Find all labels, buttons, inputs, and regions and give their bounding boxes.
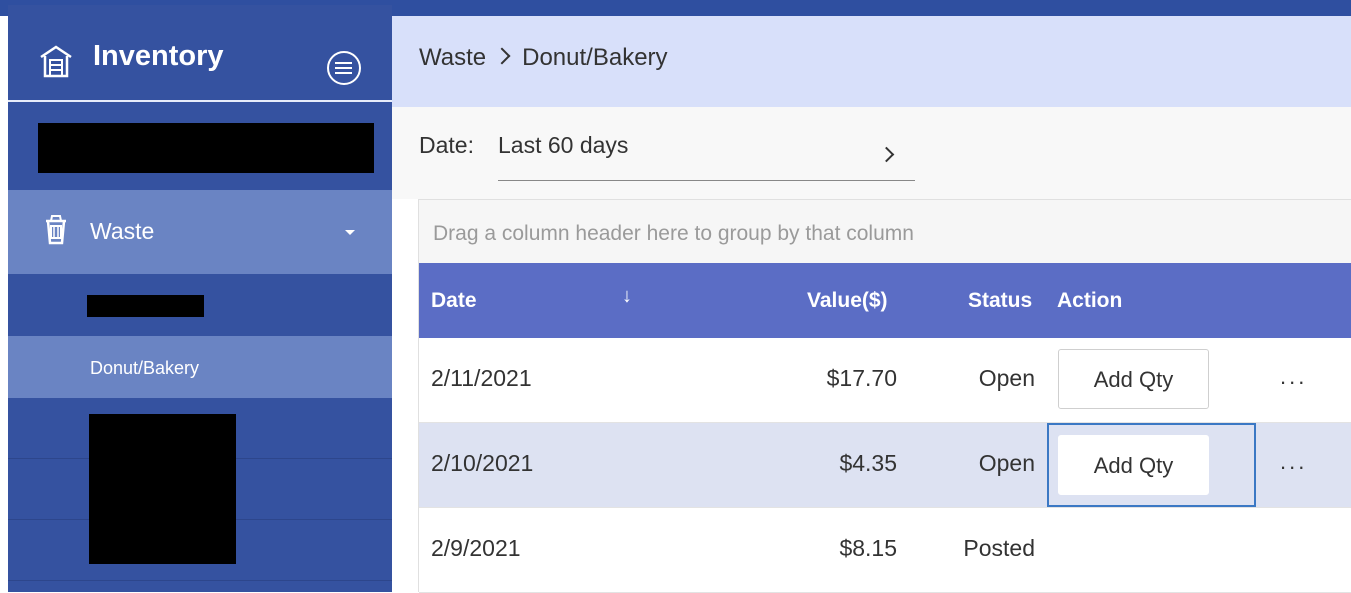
- cell-date: 2/9/2021: [431, 535, 521, 561]
- sidebar: Inventory Waste Donut/Bakery: [8, 5, 392, 592]
- sort-descending-icon[interactable]: ↓: [622, 285, 632, 308]
- group-by-hint: Drag a column header here to group by th…: [433, 222, 914, 245]
- more-options-icon[interactable]: ...: [1280, 449, 1307, 475]
- sidebar-item-label: Waste: [90, 218, 155, 244]
- cell-value: $8.15: [839, 535, 897, 561]
- redacted-block: [89, 414, 236, 564]
- sidebar-header: Inventory: [8, 5, 392, 102]
- column-header-action[interactable]: Action: [1057, 289, 1122, 313]
- column-header-value[interactable]: Value($): [807, 289, 888, 313]
- cell-status: Posted: [963, 535, 1035, 561]
- chevron-right-icon[interactable]: [878, 146, 895, 163]
- column-header-status[interactable]: Status: [968, 289, 1032, 313]
- redacted-block: [38, 123, 374, 173]
- table-row[interactable]: 2/11/2021 $17.70 Open Add Qty ...: [419, 338, 1351, 423]
- group-by-panel[interactable]: Drag a column header here to group by th…: [419, 199, 1351, 263]
- table-row[interactable]: 2/9/2021 $8.15 Posted: [419, 508, 1351, 593]
- chevron-right-icon: [493, 47, 511, 65]
- warehouse-icon: [38, 43, 74, 84]
- breadcrumb-current: Donut/Bakery: [522, 44, 668, 71]
- cell-value: $17.70: [826, 365, 897, 391]
- table-row-selected[interactable]: 2/10/2021 $4.35 Open Add Qty ...: [419, 423, 1351, 508]
- date-filter-value[interactable]: Last 60 days: [498, 132, 628, 159]
- sidebar-item-donut-bakery[interactable]: Donut/Bakery: [8, 336, 392, 398]
- sidebar-item-waste[interactable]: Waste: [8, 190, 392, 274]
- breadcrumb: Waste Donut/Bakery: [392, 16, 1351, 107]
- divider: [8, 580, 392, 581]
- add-qty-button[interactable]: Add Qty: [1058, 435, 1209, 495]
- cell-status: Open: [978, 365, 1035, 391]
- date-filter-underline: [498, 180, 915, 181]
- sidebar-item-label: Donut/Bakery: [90, 358, 200, 378]
- menu-list-icon[interactable]: [327, 51, 361, 85]
- cell-date: 2/11/2021: [431, 365, 532, 391]
- cell-status: Open: [978, 450, 1035, 476]
- redacted-block: [87, 295, 204, 317]
- date-filter-label: Date:: [419, 132, 474, 158]
- waste-grid: Drag a column header here to group by th…: [418, 199, 1351, 593]
- table-header: Date ↓ Value($) Status Action: [419, 263, 1351, 338]
- trash-can-icon: [40, 212, 72, 251]
- breadcrumb-parent[interactable]: Waste: [419, 44, 486, 71]
- caret-down-icon: [345, 230, 355, 235]
- cell-date: 2/10/2021: [431, 450, 534, 476]
- app-title: Inventory: [93, 40, 224, 72]
- add-qty-button[interactable]: Add Qty: [1058, 349, 1209, 409]
- filter-bar: Date: Last 60 days: [392, 107, 1351, 199]
- cell-value: $4.35: [839, 450, 897, 476]
- more-options-icon[interactable]: ...: [1280, 364, 1307, 390]
- column-header-date[interactable]: Date: [431, 289, 477, 313]
